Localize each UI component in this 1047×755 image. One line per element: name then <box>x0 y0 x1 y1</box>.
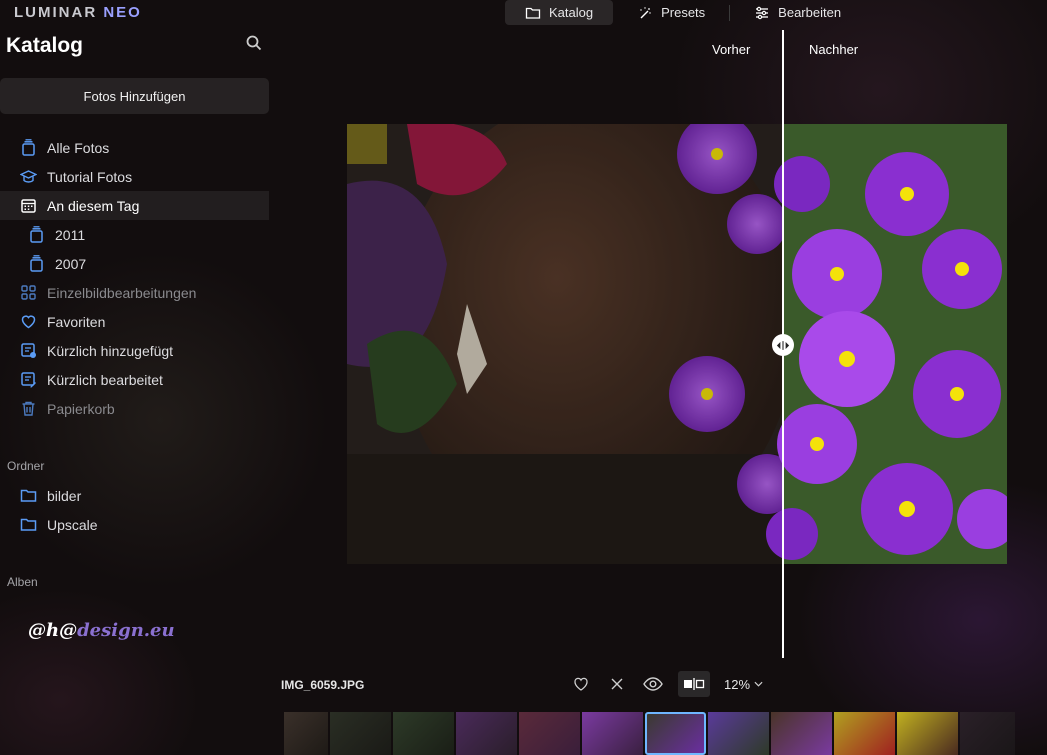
reject-button[interactable] <box>606 671 628 697</box>
folder-item-label: Upscale <box>47 516 98 533</box>
tab-label: Katalog <box>549 5 594 20</box>
sliders-icon <box>756 6 769 19</box>
chevron-down-icon <box>754 681 763 687</box>
sidebar-item-label: Einzelbildbearbeitungen <box>47 284 197 301</box>
folders-list: bilder Upscale <box>0 481 269 539</box>
sidebar-item-label: An diesem Tag <box>47 197 140 214</box>
filmstrip-thumbnail[interactable] <box>582 712 643 755</box>
after-label: Nachher <box>809 42 859 57</box>
folder-item-bilder[interactable]: bilder <box>0 481 269 510</box>
preview-toggle-button[interactable] <box>642 671 664 697</box>
heart-icon <box>21 315 36 329</box>
zoom-value: 12% <box>724 676 751 692</box>
eye-icon <box>643 677 663 691</box>
sidebar-title: Katalog <box>6 34 84 57</box>
watermark: @h@design.eu <box>28 620 175 641</box>
sidebar-item-label: Kürzlich bearbeitet <box>47 371 163 388</box>
sidebar-item-label: Alle Fotos <box>47 139 110 156</box>
search-button[interactable] <box>245 34 263 52</box>
tab-label: Bearbeiten <box>778 5 842 20</box>
sidebar-item-label: 2007 <box>55 255 87 272</box>
trash-icon <box>22 401 35 416</box>
filmstrip-thumbnail[interactable] <box>771 712 832 755</box>
before-label: Vorher <box>712 42 751 57</box>
sidebar-item-2011[interactable]: 2011 <box>0 220 269 249</box>
photo-preview <box>347 124 1007 564</box>
sidebar-item-recently-edited[interactable]: Kürzlich bearbeitet <box>0 365 269 394</box>
sidebar-item-label: Favoriten <box>47 313 106 330</box>
sidebar-item-label: Tutorial Fotos <box>47 168 133 185</box>
close-icon <box>611 678 623 690</box>
filmstrip-thumbnail[interactable] <box>330 712 391 755</box>
compare-icon <box>684 678 705 690</box>
tab-presets[interactable]: Presets <box>617 0 725 25</box>
tab-bearbeiten[interactable]: Bearbeiten <box>734 0 861 25</box>
filmstrip-thumbnail[interactable] <box>708 712 769 755</box>
add-photos-button[interactable]: Fotos Hinzufügen <box>0 78 269 114</box>
folders-heading: Ordner <box>7 459 45 473</box>
filmstrip-thumbnail[interactable] <box>393 712 454 755</box>
calendar-icon <box>21 199 36 213</box>
recent-edited-icon <box>21 372 36 388</box>
recent-added-icon <box>21 343 36 358</box>
folder-icon <box>20 489 37 502</box>
flower-photo <box>347 124 1007 564</box>
filmstrip-thumbnail[interactable] <box>834 712 895 755</box>
photo-stack-icon <box>22 139 35 156</box>
sidebar-item-label: 2011 <box>55 226 86 243</box>
albums-heading: Alben <box>7 575 38 589</box>
sidebar-item-label: Papierkorb <box>47 400 115 417</box>
arrows-horizontal-icon <box>776 340 790 350</box>
folder-icon <box>525 7 541 19</box>
filmstrip-thumbnail-selected[interactable] <box>645 712 706 755</box>
tab-katalog[interactable]: Katalog <box>505 0 614 25</box>
top-nav: Katalog Presets Bearbeiten <box>505 0 861 25</box>
grid-icon <box>21 285 36 300</box>
favorite-button[interactable] <box>570 671 592 697</box>
folder-item-label: bilder <box>47 487 82 504</box>
zoom-dropdown[interactable]: 12% <box>724 677 763 692</box>
sidebar-item-label: Kürzlich hinzugefügt <box>47 342 174 359</box>
file-name: IMG_6059.JPG <box>281 678 365 692</box>
sidebar-item-recently-added[interactable]: Kürzlich hinzugefügt <box>0 336 269 365</box>
heart-icon <box>574 677 588 691</box>
tab-label: Presets <box>661 5 706 20</box>
photo-stack-icon <box>30 226 43 243</box>
filmstrip-thumbnail[interactable] <box>897 712 958 755</box>
compare-view-button[interactable] <box>678 671 710 697</box>
folder-item-upscale[interactable]: Upscale <box>0 510 269 539</box>
filmstrip-thumbnail[interactable] <box>284 712 328 755</box>
sidebar-item-2007[interactable]: 2007 <box>0 249 269 278</box>
sidebar-nav: Alle Fotos Tutorial Fotos An diesem Tag … <box>0 133 269 423</box>
sidebar-item-favorites[interactable]: Favoriten <box>0 307 269 336</box>
sidebar-item-tutorial-photos[interactable]: Tutorial Fotos <box>0 162 269 191</box>
compare-handle[interactable] <box>772 334 794 356</box>
filmstrip-thumbnail[interactable] <box>456 712 517 755</box>
search-icon <box>246 35 262 51</box>
tab-separator <box>729 4 731 21</box>
view-tools: 12% <box>570 671 763 697</box>
sidebar-item-single-image-edits[interactable]: Einzelbildbearbeitungen <box>0 278 269 307</box>
filmstrip-thumbnail[interactable] <box>519 712 580 755</box>
graduation-cap-icon <box>20 170 37 183</box>
photo-stack-icon <box>30 255 43 272</box>
filmstrip <box>284 712 1015 755</box>
filmstrip-thumbnail[interactable] <box>960 712 1015 755</box>
sidebar-item-on-this-day[interactable]: An diesem Tag <box>0 191 269 220</box>
sidebar-item-trash[interactable]: Papierkorb <box>0 394 269 423</box>
folder-icon <box>20 518 37 531</box>
app-logo: LUMINAR NEO <box>14 4 142 21</box>
sidebar-item-all-photos[interactable]: Alle Fotos <box>0 133 269 162</box>
magic-wand-icon <box>640 6 651 18</box>
